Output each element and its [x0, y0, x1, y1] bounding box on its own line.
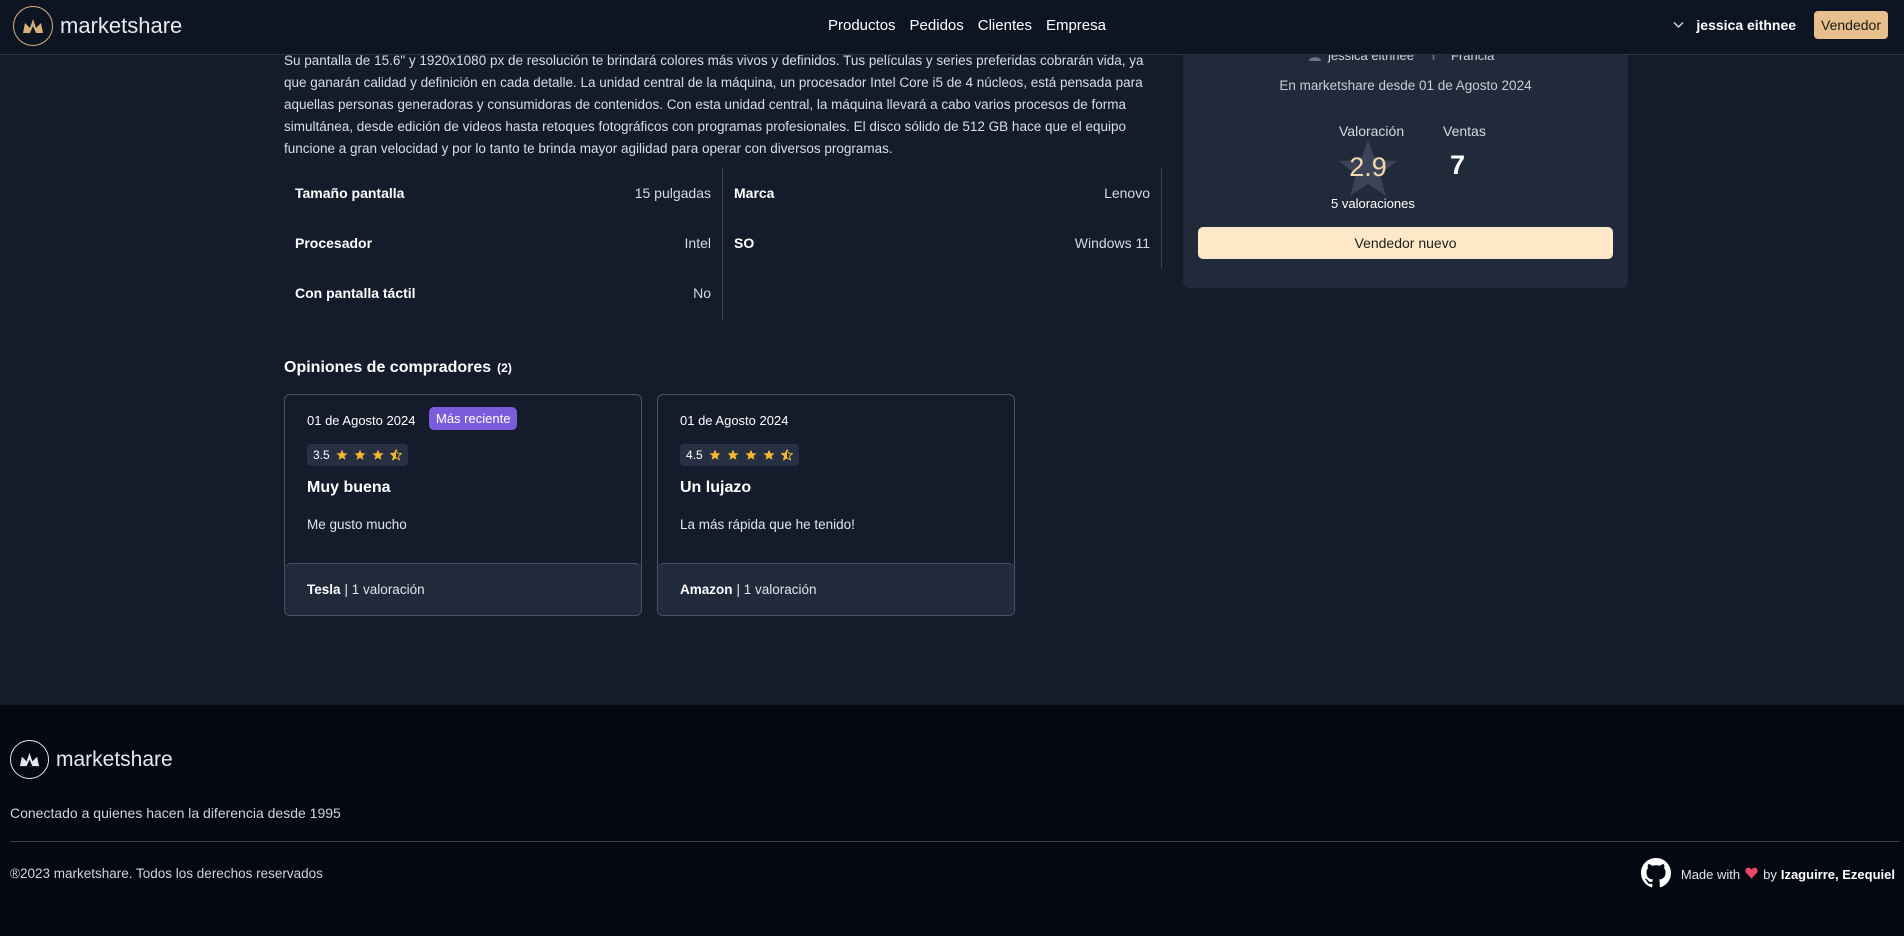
- review-body: La más rápida que he tenido!: [680, 517, 855, 532]
- star-full-icon: [727, 449, 739, 460]
- new-seller-badge: Vendedor nuevo: [1198, 227, 1613, 259]
- review-date: 01 de Agosto 2024: [680, 413, 789, 428]
- spec-row: Procesador Intel: [284, 218, 722, 268]
- rating-label: Valoración: [1339, 123, 1405, 139]
- review-card: 01 de Agosto 2024 4.5 Un lujazo La más r…: [657, 394, 1015, 616]
- review-author-name[interactable]: Amazon: [680, 582, 733, 597]
- user-menu: jessica eithnee Vendedor: [1673, 11, 1888, 39]
- seller-card: jessica eithnee Francia En marketshare d…: [1183, 30, 1628, 288]
- spec-key: Con pantalla táctil: [295, 285, 416, 301]
- brand-name: marketshare: [60, 13, 183, 38]
- sales-label: Ventas: [1443, 123, 1486, 139]
- nav-link-pedidos[interactable]: Pedidos: [910, 17, 964, 34]
- star-full-icon: [709, 449, 721, 460]
- chevron-down-icon[interactable]: [1673, 16, 1684, 34]
- review-author-name[interactable]: Tesla: [307, 582, 341, 597]
- footer-divider: [10, 841, 1900, 842]
- specs-column-right: Marca Lenovo SO Windows 11: [723, 168, 1162, 268]
- reviews-title: Opiniones de compradores: [284, 359, 492, 376]
- spec-value: 15 pulgadas: [634, 185, 711, 201]
- user-name[interactable]: jessica eithnee: [1696, 17, 1796, 33]
- reviews-heading: Opiniones de compradores (2): [284, 359, 512, 377]
- specs-column-left: Tamaño pantalla 15 pulgadas Procesador I…: [284, 168, 723, 320]
- seller-rating: 2.9: [1336, 138, 1400, 200]
- seller-sales-value: 7: [1450, 150, 1466, 180]
- crown-logo-icon: [10, 740, 49, 779]
- spec-row: Con pantalla táctil No: [284, 268, 722, 318]
- spec-row: Marca Lenovo: [723, 168, 1161, 218]
- main-nav: Productos Pedidos Clientes Empresa: [828, 17, 1120, 34]
- review-author: Tesla | 1 valoración: [285, 563, 641, 615]
- review-author: Amazon | 1 valoración: [658, 563, 1014, 615]
- github-icon[interactable]: [1640, 858, 1671, 891]
- review-author-meta: | 1 valoración: [344, 582, 425, 597]
- heart-icon: [1745, 867, 1758, 882]
- spec-row: SO Windows 11: [723, 218, 1161, 268]
- spec-key: Marca: [734, 185, 775, 201]
- star-full-icon: [354, 449, 366, 460]
- spec-key: Tamaño pantalla: [295, 185, 405, 201]
- spec-value: Intel: [684, 235, 711, 251]
- review-date: 01 de Agosto 2024: [307, 413, 416, 428]
- review-card: 01 de Agosto 2024 Más reciente 3.5 Muy b…: [284, 394, 642, 616]
- seller-rating-value: 2.9: [1349, 152, 1387, 182]
- star-full-icon: [372, 449, 384, 460]
- brand-logo[interactable]: marketshare: [13, 6, 182, 46]
- review-score: 3.5: [313, 448, 330, 462]
- spec-value: Windows 11: [1074, 235, 1150, 251]
- seller-since: En marketshare desde 01 de Agosto 2024: [1279, 78, 1532, 93]
- spec-key: Procesador: [295, 235, 373, 251]
- star-full-icon: [763, 449, 775, 460]
- author-links[interactable]: Izaguirre, Ezequiel: [1781, 867, 1895, 882]
- footer-brand-name: marketshare: [56, 747, 173, 771]
- footer-copyright: ®2023 marketshare. Todos los derechos re…: [10, 866, 323, 881]
- star-full-icon: [745, 449, 757, 460]
- seller-rating-count: 5 valoraciones: [1331, 196, 1415, 211]
- review-score: 4.5: [686, 448, 703, 462]
- spec-value: Lenovo: [1104, 185, 1150, 201]
- nav-link-clientes[interactable]: Clientes: [978, 17, 1032, 34]
- seller-mode-button[interactable]: Vendedor: [1814, 11, 1888, 39]
- star-full-icon: [336, 449, 348, 460]
- spec-value: No: [693, 285, 711, 301]
- most-recent-badge: Más reciente: [429, 407, 518, 430]
- nav-link-productos[interactable]: Productos: [828, 17, 896, 34]
- review-rating: 3.5: [307, 444, 408, 466]
- star-rating-icons: [336, 449, 402, 461]
- star-half-icon: [389, 449, 402, 461]
- star-rating-icons: [709, 449, 793, 461]
- nav-link-empresa[interactable]: Empresa: [1046, 17, 1106, 34]
- spec-key: SO: [734, 235, 755, 251]
- review-title: Muy buena: [307, 479, 391, 496]
- review-body: Me gusto mucho: [307, 517, 407, 532]
- review-author-meta: | 1 valoración: [736, 582, 817, 597]
- product-specs-table: Tamaño pantalla 15 pulgadas Procesador I…: [284, 168, 1162, 320]
- page-footer: marketshare Conectado a quienes hacen la…: [0, 705, 1904, 936]
- review-rating: 4.5: [680, 444, 799, 466]
- top-navbar: marketshare Productos Pedidos Clientes E…: [0, 0, 1904, 55]
- made-with-text: Made with: [1680, 867, 1741, 882]
- footer-credits: Made with by Izaguirre, Ezequiel: [1640, 858, 1895, 891]
- reviews-count: (2): [497, 361, 512, 375]
- product-description: Su pantalla de 15.6" y 1920x1080 px de r…: [284, 53, 1144, 156]
- footer-tagline: Conectado a quienes hacen la diferencia …: [10, 805, 341, 821]
- footer-brand-logo[interactable]: marketshare: [10, 740, 173, 779]
- spec-row: Tamaño pantalla 15 pulgadas: [284, 168, 722, 218]
- crown-logo-icon: [13, 6, 53, 46]
- review-title: Un lujazo: [680, 479, 752, 496]
- by-text: by: [1763, 867, 1777, 882]
- star-half-icon: [780, 449, 793, 461]
